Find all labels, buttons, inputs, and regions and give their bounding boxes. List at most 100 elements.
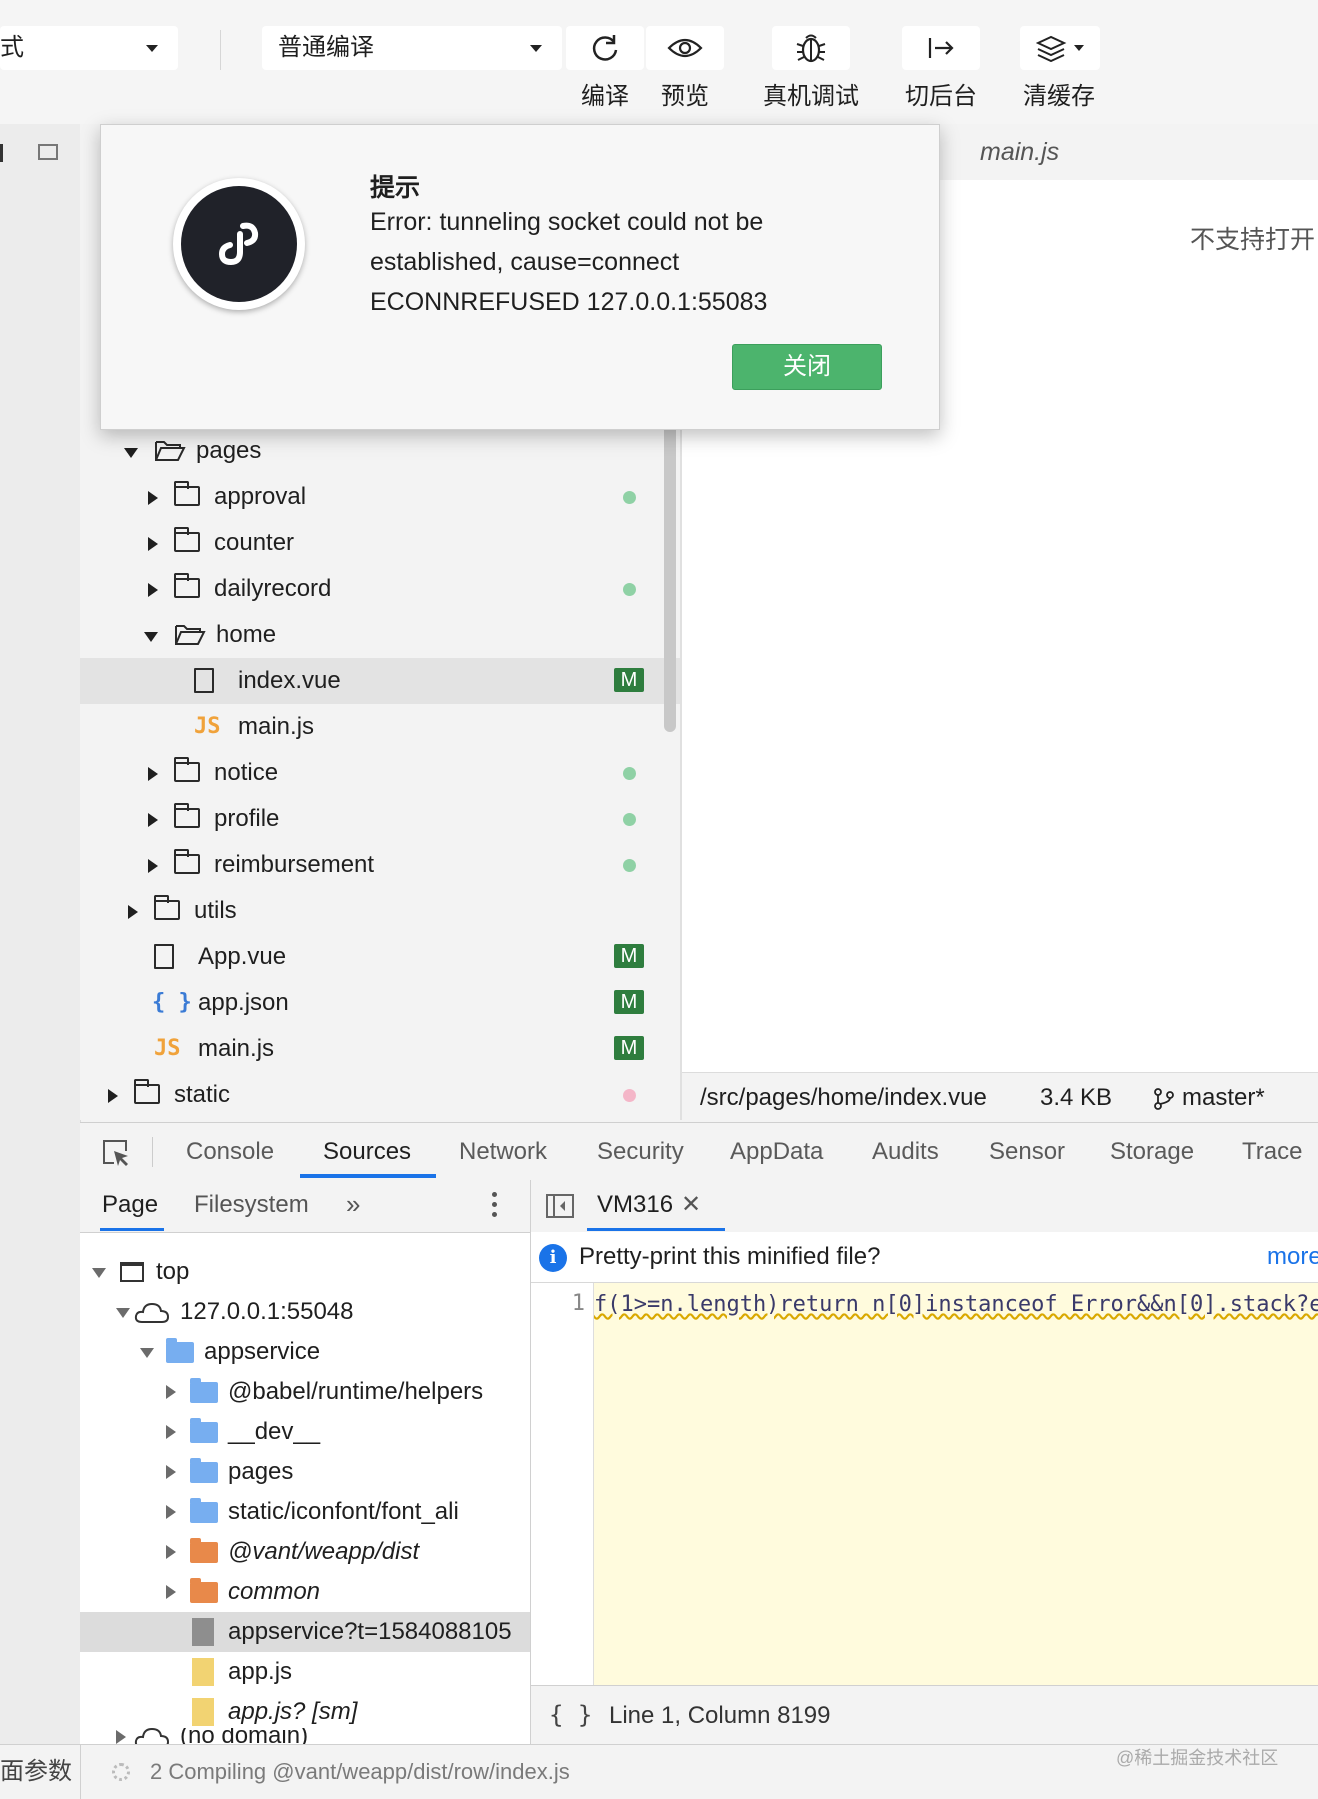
js-file-icon: JS (154, 1036, 181, 1061)
tree-folder-static[interactable]: static (80, 1072, 680, 1118)
line-number: 1 (571, 1291, 585, 1316)
nav-tab-indicator (100, 1228, 164, 1231)
tree-label: utils (194, 897, 237, 924)
folder-icon (174, 573, 200, 598)
source-tree-label: static/iconfont/font_ali (228, 1498, 459, 1525)
chevron-right-icon (148, 537, 158, 551)
source-tree-item-common[interactable]: common (80, 1572, 530, 1612)
cloud-icon (134, 1728, 170, 1744)
tab-audits[interactable]: Audits (872, 1123, 939, 1181)
pretty-print-message: Pretty-print this minified file? (579, 1243, 881, 1270)
close-button[interactable]: 关闭 (732, 344, 882, 390)
status-dot (623, 1089, 636, 1102)
source-tree-item-no-domain[interactable]: (no domain) (80, 1728, 530, 1744)
source-tree-item-vant[interactable]: @vant/weapp/dist (80, 1532, 530, 1572)
modified-badge: M (614, 1036, 644, 1060)
source-tree-item-pages[interactable]: pages (80, 1452, 530, 1492)
toggle-navigator-icon[interactable] (545, 1192, 575, 1220)
tree-folder-reimbursement[interactable]: reimbursement (80, 842, 680, 888)
tree-file-app-vue[interactable]: App.vue M (80, 934, 680, 980)
source-tree-label: top (156, 1258, 190, 1285)
mode-select[interactable]: 式 (0, 26, 178, 70)
tree-label: notice (214, 759, 279, 786)
tab-trace[interactable]: Trace (1242, 1123, 1302, 1181)
git-branch[interactable]: master* (1182, 1073, 1265, 1123)
json-file-icon: { } (152, 990, 192, 1015)
frame-icon (120, 1262, 144, 1282)
nav-tab-filesystem[interactable]: Filesystem (194, 1180, 309, 1230)
bug-icon (796, 34, 826, 63)
code-tab-vm316[interactable]: VM316 ✕ (587, 1180, 725, 1232)
tab-sources[interactable]: Sources (323, 1123, 411, 1181)
kebab-menu-icon[interactable] (492, 1192, 498, 1218)
tree-file-index-vue[interactable]: index.vue M (80, 658, 680, 704)
tree-file-app-json[interactable]: { } app.json M (80, 980, 680, 1026)
tree-folder-notice[interactable]: notice (80, 750, 680, 796)
compile-button[interactable] (566, 26, 644, 70)
compile-status: 2 Compiling @vant/weapp/dist/row/index.j… (150, 1759, 570, 1784)
info-icon: i (539, 1244, 567, 1272)
tree-folder-profile[interactable]: profile (80, 796, 680, 842)
source-tree-item-babel[interactable]: @babel/runtime/helpers (80, 1372, 530, 1412)
tree-folder-home[interactable]: home (80, 612, 680, 658)
format-icon[interactable]: { } (549, 1686, 592, 1745)
tab-network[interactable]: Network (459, 1123, 547, 1181)
file-path: /src/pages/home/index.vue (700, 1084, 987, 1111)
tree-folder-dailyrecord[interactable]: dailyrecord (80, 566, 680, 612)
source-tree-item-iconfont[interactable]: static/iconfont/font_ali (80, 1492, 530, 1532)
source-tree-item-appservice-file[interactable]: appservice?t=1584088105 (80, 1612, 530, 1652)
tree-label: dailyrecord (214, 575, 332, 602)
tab-console[interactable]: Console (186, 1123, 274, 1181)
chevron-down-icon (146, 45, 158, 52)
active-tab-indicator (300, 1174, 436, 1178)
remote-debug-button[interactable] (772, 26, 850, 70)
compile-mode-select[interactable]: 普通编译 (262, 26, 562, 70)
git-branch-icon (1154, 1088, 1174, 1110)
folder-open-icon (155, 441, 186, 461)
pretty-print-more-link[interactable]: more (1267, 1232, 1318, 1282)
chevron-right-icon (148, 491, 158, 505)
window-icon[interactable] (38, 144, 58, 160)
tree-folder-counter[interactable]: counter (80, 520, 680, 566)
inspect-element-icon[interactable] (102, 1139, 130, 1167)
tab-sensor[interactable]: Sensor (989, 1123, 1065, 1181)
background-button[interactable] (902, 26, 980, 70)
source-tree-item-app-js[interactable]: app.js (80, 1652, 530, 1692)
source-tree-item-app-js-sm[interactable]: app.js? [sm] (80, 1692, 530, 1732)
tree-file-main-js[interactable]: JS main.js (80, 704, 680, 750)
tree-folder-approval[interactable]: approval (80, 474, 680, 520)
tree-label: counter (214, 529, 295, 556)
page-params-label[interactable]: 面参数 (0, 1745, 72, 1799)
clear-cache-button[interactable] (1020, 26, 1100, 70)
file-tree-scrollbar[interactable] (664, 420, 676, 732)
tree-label: main.js (238, 713, 315, 740)
source-tree-item-dev[interactable]: __dev__ (80, 1412, 530, 1452)
folder-icon (174, 803, 200, 828)
preview-button[interactable] (646, 26, 724, 70)
more-tabs-icon[interactable]: » (346, 1180, 360, 1228)
tree-label: home (216, 621, 277, 648)
file-icon (192, 1618, 214, 1646)
close-icon[interactable]: ✕ (681, 1180, 701, 1230)
chevron-down-icon[interactable] (1074, 45, 1084, 51)
pane-divider[interactable] (680, 420, 682, 1120)
source-tree-label: common (228, 1578, 321, 1605)
pretty-print-infobar: i Pretty-print this minified file? more (531, 1232, 1318, 1283)
nav-tab-page[interactable]: Page (102, 1180, 158, 1230)
tab-security[interactable]: Security (597, 1123, 684, 1181)
source-tree-item-appservice[interactable]: appservice (80, 1332, 530, 1372)
tab-storage[interactable]: Storage (1110, 1123, 1194, 1181)
editor-status-bar: /src/pages/home/index.vue 3.4 KB master* (682, 1072, 1318, 1123)
source-tree-item-top[interactable]: top (80, 1252, 530, 1292)
editor-tab-main-js[interactable]: main.js (980, 124, 1059, 180)
code-editor[interactable]: f(1>=n.length)return n[0]instanceof Erro… (594, 1283, 1318, 1685)
source-tree-item-origin[interactable]: 127.0.0.1:55048 (80, 1292, 530, 1332)
chevron-right-icon (166, 1385, 176, 1399)
tree-file-main-js-root[interactable]: JS main.js M (80, 1026, 680, 1072)
tab-appdata[interactable]: AppData (730, 1123, 823, 1181)
tree-label: index.vue (238, 667, 341, 694)
tree-folder-pages[interactable]: pages (80, 428, 680, 474)
tree-folder-utils[interactable]: utils (80, 888, 680, 934)
panel-edge-icon (0, 144, 3, 162)
chevron-right-icon (108, 1089, 118, 1103)
